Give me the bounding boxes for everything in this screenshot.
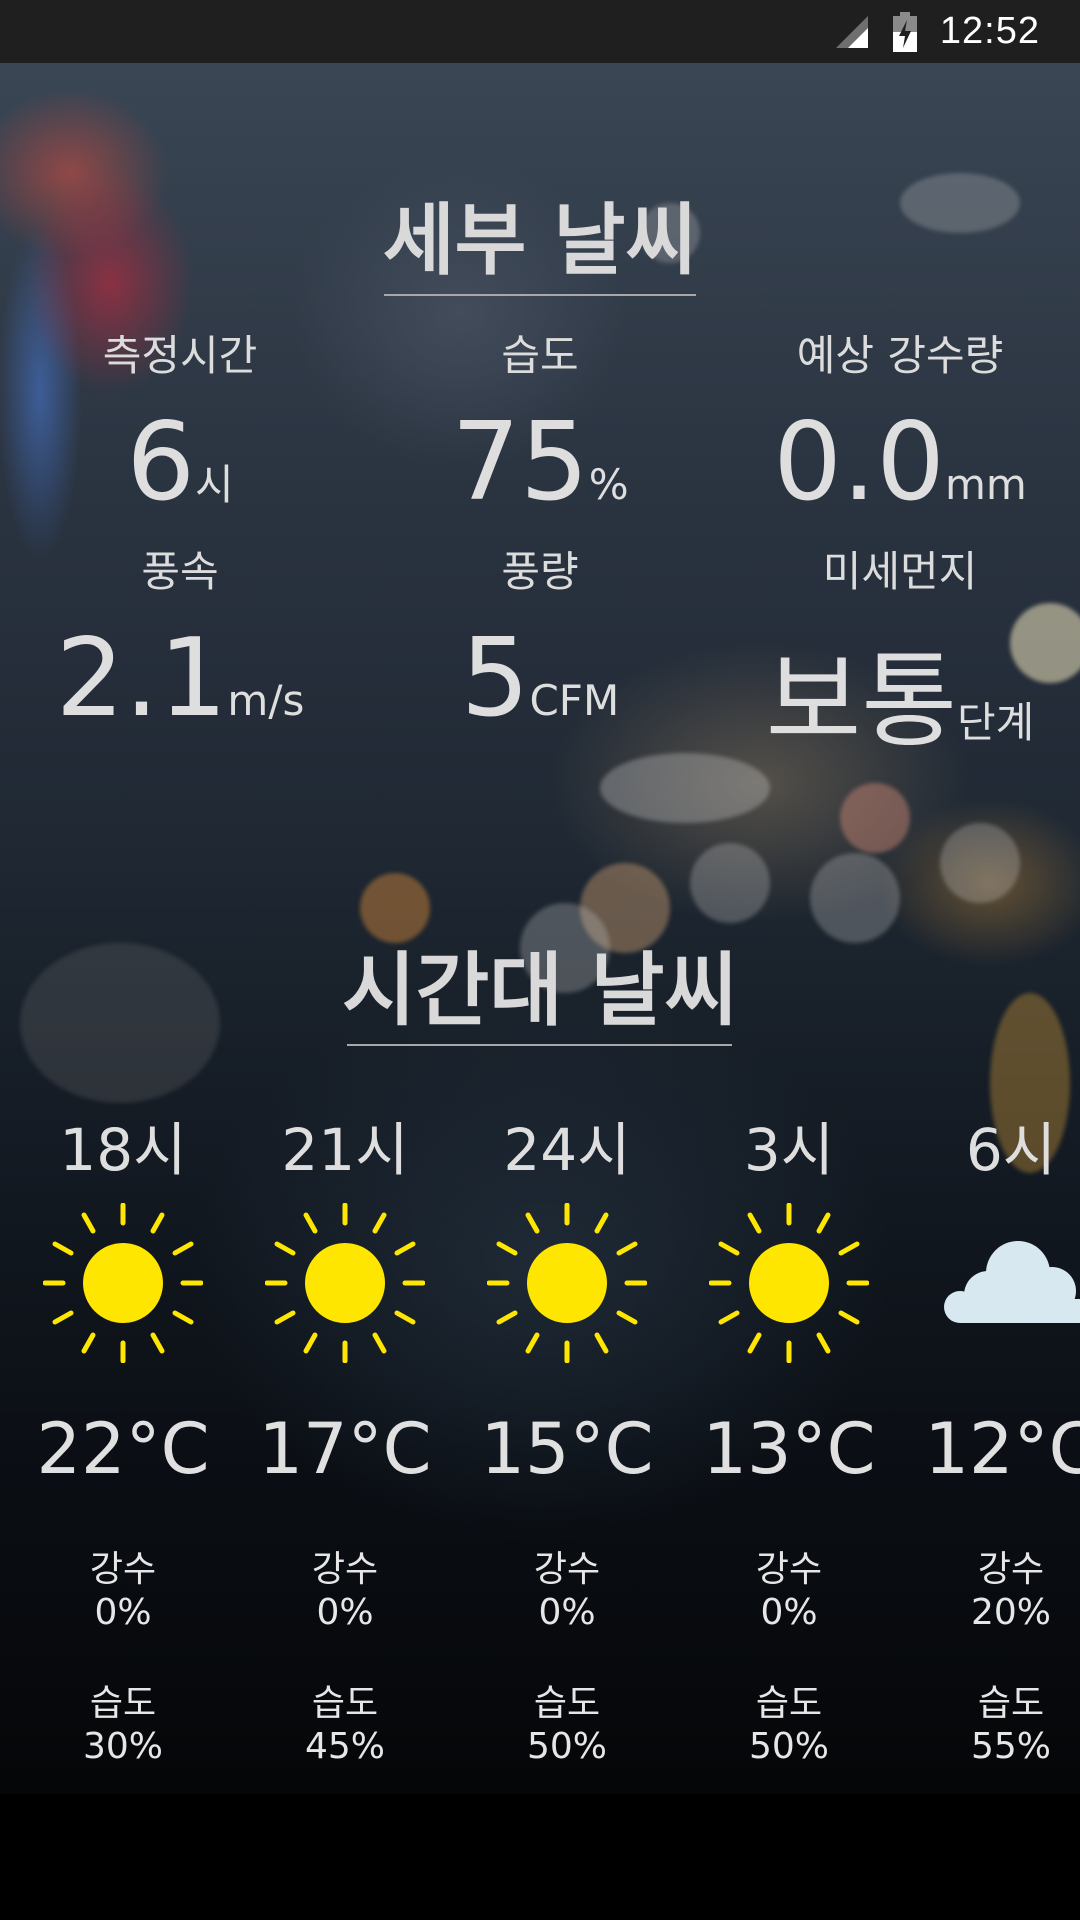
hourly-title: 시간대 날씨 bbox=[342, 944, 738, 1037]
sun-icon bbox=[43, 1203, 203, 1363]
detail-label-wind-speed: 풍속 bbox=[141, 547, 219, 596]
humidity-value: 50% bbox=[526, 1726, 607, 1767]
precip-value: 0% bbox=[760, 1592, 818, 1633]
sun-icon bbox=[487, 1203, 647, 1363]
hour-time: 3시 bbox=[743, 1116, 835, 1184]
precip-label: 강수 bbox=[311, 1549, 379, 1590]
cloud-icon bbox=[944, 1241, 1080, 1323]
precip-value: 0% bbox=[316, 1592, 374, 1633]
detail-label-fine-dust: 미세먼지 bbox=[822, 547, 978, 596]
humidity-label: 습도 bbox=[89, 1683, 157, 1724]
detail-label-humidity: 습도 bbox=[501, 331, 579, 380]
status-time: 12:52 bbox=[939, 10, 1040, 52]
sun-icon bbox=[709, 1203, 869, 1363]
bottom-bar bbox=[0, 1794, 1080, 1920]
hour-time: 24시 bbox=[503, 1116, 631, 1184]
detail-value-fine-dust: 보통단계 bbox=[765, 640, 1035, 762]
precip-value: 0% bbox=[94, 1592, 152, 1633]
precip-label: 강수 bbox=[533, 1549, 601, 1590]
detail-value-air-volume: 5CFM bbox=[460, 616, 620, 741]
precip-label: 강수 bbox=[977, 1549, 1045, 1590]
sun-icon bbox=[265, 1203, 425, 1363]
precip-label: 강수 bbox=[89, 1549, 157, 1590]
detail-label-precip-amount: 예상 강수량 bbox=[796, 331, 1004, 380]
detail-value-measure-time: 6시 bbox=[126, 400, 234, 525]
humidity-label: 습도 bbox=[755, 1683, 823, 1724]
detail-value-humidity: 75% bbox=[451, 400, 629, 525]
status-bar: 12:52 bbox=[0, 0, 1080, 63]
hour-time: 18시 bbox=[59, 1116, 187, 1184]
precip-label: 강수 bbox=[755, 1549, 823, 1590]
battery-charging-icon bbox=[892, 11, 917, 52]
humidity-value: 30% bbox=[82, 1726, 163, 1767]
detail-label-air-volume: 풍량 bbox=[501, 547, 579, 596]
detail-value-precip-amount: 0.0mm bbox=[773, 400, 1027, 525]
detail-title-divider bbox=[384, 294, 696, 296]
detail-value-wind-speed: 2.1m/s bbox=[55, 616, 305, 741]
humidity-label: 습도 bbox=[311, 1683, 379, 1724]
precip-value: 20% bbox=[970, 1592, 1051, 1633]
hour-time: 6시 bbox=[965, 1116, 1057, 1184]
hourly-title-divider bbox=[347, 1044, 732, 1046]
humidity-value: 45% bbox=[304, 1726, 385, 1767]
hour-temp: 12°C bbox=[924, 1408, 1080, 1490]
cell-signal-icon bbox=[835, 15, 868, 48]
humidity-value: 55% bbox=[970, 1726, 1051, 1767]
precip-value: 0% bbox=[538, 1592, 596, 1633]
humidity-label: 습도 bbox=[533, 1683, 601, 1724]
humidity-label: 습도 bbox=[977, 1683, 1045, 1724]
humidity-value: 50% bbox=[748, 1726, 829, 1767]
detail-title: 세부 날씨 bbox=[382, 196, 698, 286]
hour-time: 21시 bbox=[281, 1116, 409, 1184]
detail-label-measure-time: 측정시간 bbox=[102, 331, 258, 380]
